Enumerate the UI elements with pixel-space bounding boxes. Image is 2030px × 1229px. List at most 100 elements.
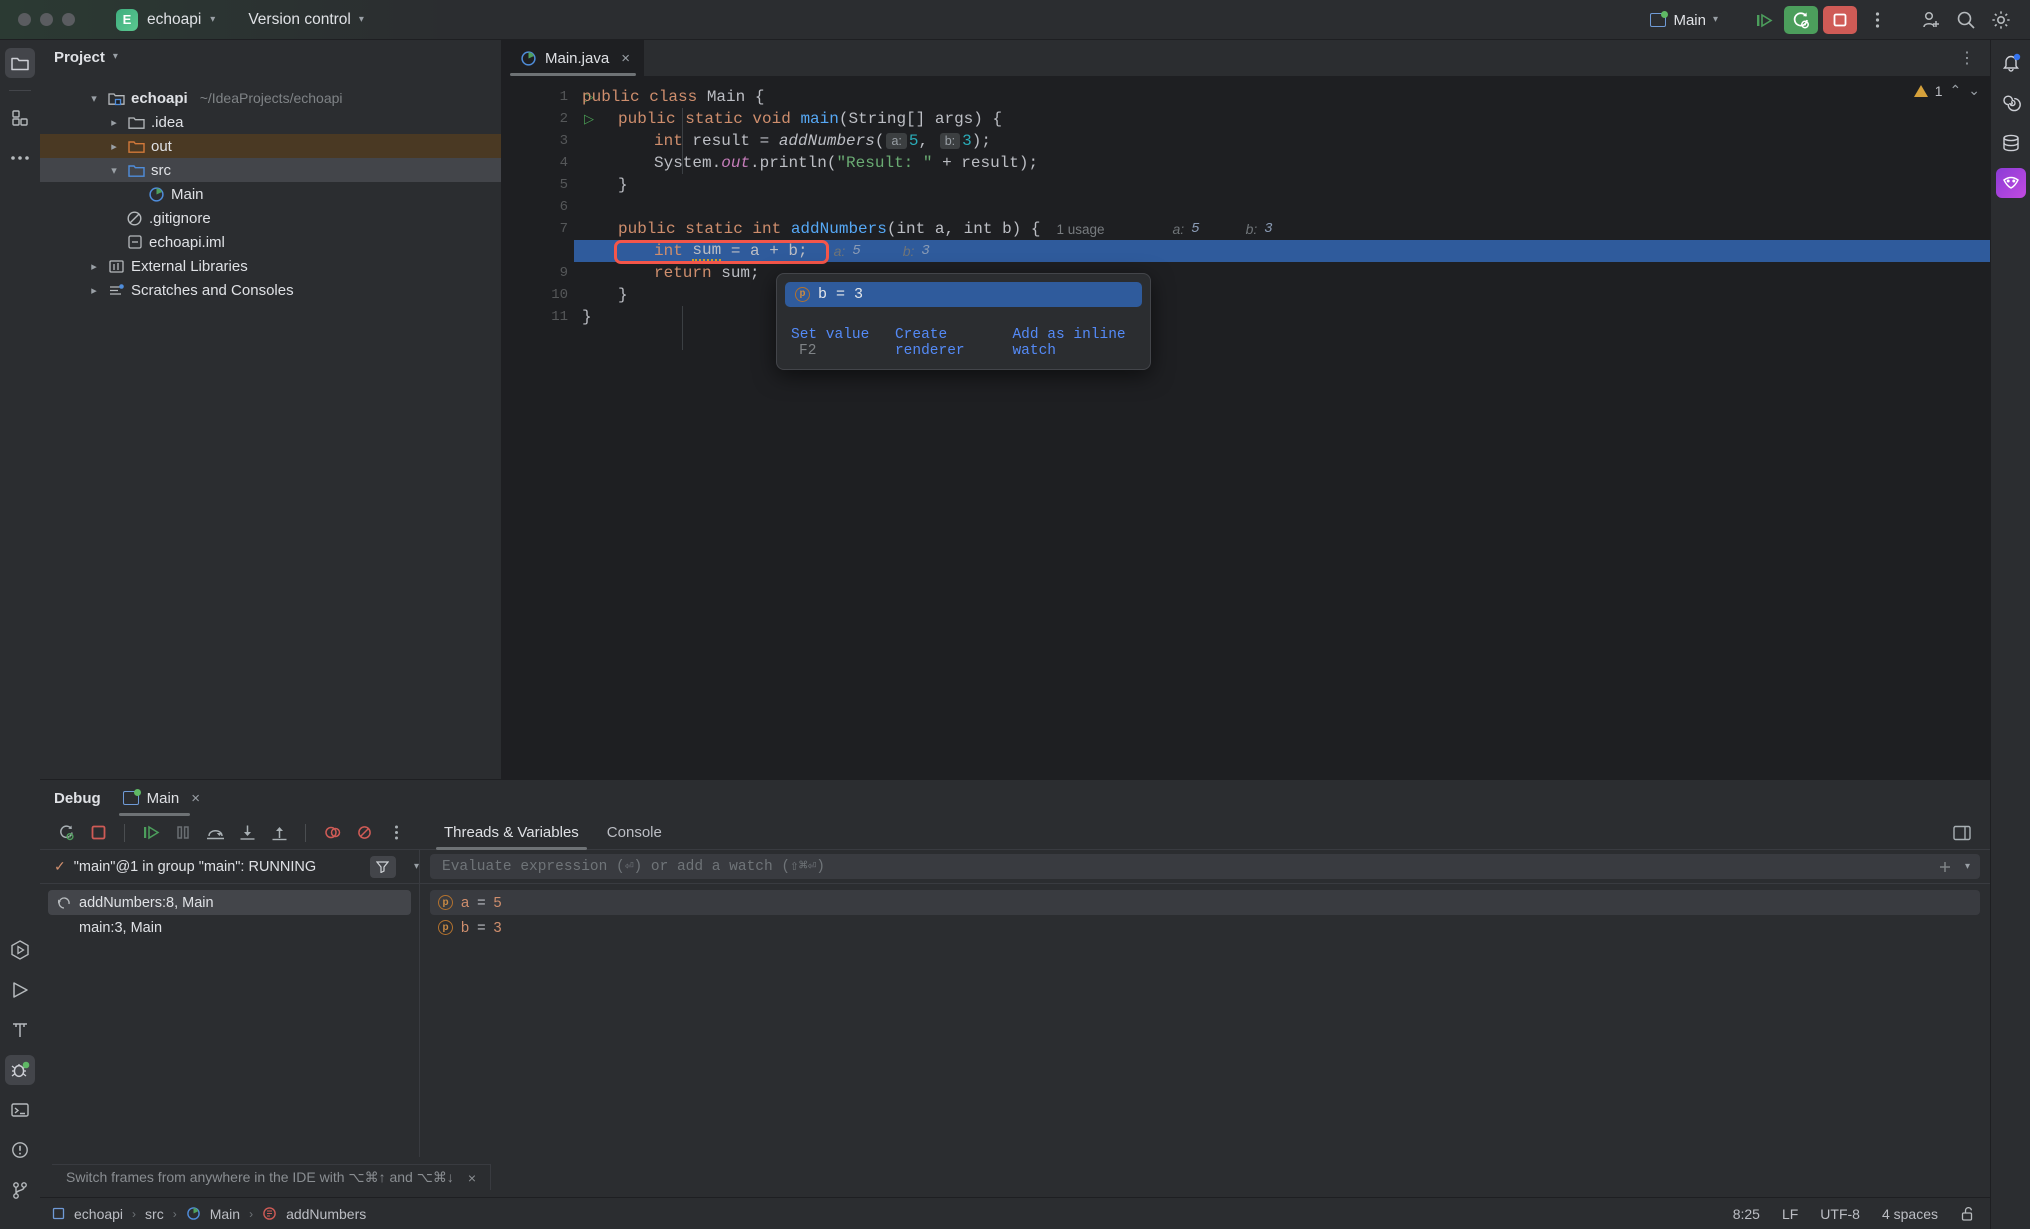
tree-node-echoapi[interactable]: ▾ echoapi ~/IdeaProjects/echoapi [40, 86, 501, 110]
unlock-icon[interactable] [1960, 1206, 1976, 1222]
pause-icon[interactable] [169, 820, 197, 846]
close-icon[interactable]: × [621, 50, 630, 67]
close-window-button[interactable] [18, 13, 31, 26]
chevron-right-icon[interactable]: ▸ [86, 284, 102, 297]
frames-panel[interactable]: addNumbers:8, Main main:3, Main [40, 884, 420, 1157]
layout-settings-icon[interactable] [1948, 820, 1976, 846]
stop-icon[interactable] [84, 820, 112, 846]
filter-icon[interactable] [369, 855, 396, 878]
tree-node-out[interactable]: ▸ out [40, 134, 501, 158]
rerun-icon[interactable] [52, 820, 80, 846]
breadcrumb-item-src[interactable]: src [145, 1206, 164, 1222]
debug-session-tab[interactable]: Main × [118, 780, 206, 816]
code-line-1[interactable]: public class Main { [574, 86, 1990, 108]
tree-node-scratches[interactable]: ▸ Scratches and Consoles [40, 278, 501, 302]
view-breakpoints-icon[interactable] [318, 820, 346, 846]
mute-breakpoints-icon[interactable] [350, 820, 378, 846]
code-line-2[interactable]: public static void main (String[] args) { [574, 108, 1990, 130]
popup-variable-row[interactable]: p b = 3 [785, 282, 1142, 307]
ai-assistant-spiral-icon[interactable] [1996, 88, 2026, 118]
chevron-down-icon[interactable]: ▾ [86, 92, 102, 105]
editor-gutter[interactable]: 1▷ 2▷ 3 4 5 6 7 9 10 11 [502, 76, 594, 779]
chevron-down-icon[interactable]: ▾ [106, 164, 122, 177]
rerun-debug-button[interactable] [1784, 6, 1818, 34]
add-watch-icon[interactable] [1937, 859, 1953, 875]
add-inline-watch-action[interactable]: Add as inline watch [1012, 327, 1136, 359]
line-separator[interactable]: LF [1782, 1206, 1798, 1222]
sidebar-item-version-control[interactable] [5, 1175, 35, 1205]
code-content[interactable]: public class Main { public static void m… [574, 76, 1990, 779]
create-renderer-action[interactable]: Create renderer [895, 327, 993, 359]
sidebar-item-build[interactable] [5, 1015, 35, 1045]
chevron-right-icon[interactable]: ▸ [106, 140, 122, 153]
sidebar-item-structure[interactable] [5, 103, 35, 133]
sidebar-item-debug[interactable] [5, 1055, 35, 1085]
frame-row[interactable]: main:3, Main [48, 915, 411, 940]
chevron-down-icon[interactable]: ▾ [414, 861, 419, 872]
tree-node-gitignore[interactable]: .gitignore [40, 206, 501, 230]
sidebar-item-run[interactable] [5, 975, 35, 1005]
run-configuration-selector[interactable]: Main ▾ [1643, 9, 1725, 32]
code-line-8[interactable]: int sum = a + b; a: 5 b: 3 [574, 240, 1990, 262]
code-line-5[interactable]: } [574, 174, 1990, 196]
maximize-window-button[interactable] [62, 13, 75, 26]
minimize-window-button[interactable] [40, 13, 53, 26]
sidebar-item-problems[interactable] [5, 1135, 35, 1165]
tab-threads-variables[interactable]: Threads & Variables [436, 816, 587, 850]
resume-program-button[interactable] [1749, 6, 1779, 34]
more-actions-button[interactable] [1862, 6, 1892, 34]
code-line-7[interactable]: public static int addNumbers (int a, int … [574, 218, 1990, 240]
chevron-down-icon[interactable]: ▾ [1965, 861, 1970, 872]
indent-setting[interactable]: 4 spaces [1882, 1206, 1938, 1222]
tree-node-src[interactable]: ▾ src [40, 158, 501, 182]
inlay-name[interactable]: b: [903, 243, 915, 259]
step-over-icon[interactable] [201, 820, 229, 846]
sidebar-item-more[interactable] [5, 143, 35, 173]
notifications-bell-icon[interactable] [1996, 48, 2026, 78]
debugger-value-popup[interactable]: p b = 3 Set value F2 Create renderer Add… [776, 273, 1151, 370]
sidebar-item-terminal[interactable] [5, 1095, 35, 1125]
editor-more-icon[interactable]: ⋮ [1959, 48, 1976, 68]
project-tool-window-header[interactable]: Project ▾ [40, 40, 501, 74]
close-icon[interactable]: × [468, 1170, 476, 1186]
caret-position[interactable]: 8:25 [1733, 1206, 1760, 1222]
sidebar-item-project[interactable] [5, 48, 35, 78]
tab-console[interactable]: Console [607, 816, 662, 850]
evaluate-expression-input[interactable]: Evaluate expression (⏎) or add a watch (… [430, 854, 1980, 879]
gutter-line-breakpoint[interactable] [502, 240, 590, 262]
window-controls[interactable] [0, 13, 75, 26]
variables-panel[interactable]: p a = 5 p b = 3 [420, 884, 1990, 1157]
breadcrumb-item-echoapi[interactable]: echoapi [74, 1206, 123, 1222]
chevron-right-icon[interactable]: ▸ [106, 116, 122, 129]
database-icon[interactable] [1996, 128, 2026, 158]
code-line-4[interactable]: System. out .println("Result: " + result); [574, 152, 1990, 174]
variable-row[interactable]: p a = 5 [430, 890, 1980, 915]
chevron-right-icon[interactable]: ▸ [86, 260, 102, 273]
code-editor[interactable]: 1▷ 2▷ 3 4 5 6 7 9 10 11 [502, 76, 1990, 779]
plugin-owl-icon[interactable] [1995, 168, 2026, 198]
close-icon[interactable]: × [191, 790, 200, 807]
breadcrumb-item-main[interactable]: Main [210, 1206, 240, 1222]
code-line-3[interactable]: int result = addNumbers(a: 5, b: 3); [574, 130, 1990, 152]
variable-row[interactable]: p b = 3 [430, 915, 1980, 940]
sidebar-item-services[interactable] [5, 935, 35, 965]
tree-node-idea[interactable]: ▸ .idea [40, 110, 501, 134]
step-out-icon[interactable] [265, 820, 293, 846]
tree-node-external-libraries[interactable]: ▸ External Libraries [40, 254, 501, 278]
gear-icon[interactable] [1986, 6, 2016, 34]
usage-hint[interactable]: 1 usage [1056, 222, 1104, 237]
breadcrumb-item-addnumbers[interactable]: addNumbers [286, 1206, 366, 1222]
stop-button[interactable] [1823, 6, 1857, 34]
thread-selector[interactable]: ✓ "main"@1 in group "main": RUNNING ▾ [40, 850, 420, 883]
set-value-action[interactable]: Set value F2 [791, 327, 875, 359]
inlay-value[interactable]: 3 [921, 243, 929, 259]
file-encoding[interactable]: UTF-8 [1820, 1206, 1860, 1222]
resume-icon[interactable] [137, 820, 165, 846]
tab-main-java[interactable]: Main.java × [502, 40, 644, 76]
version-control-menu[interactable]: Version control ▾ [248, 11, 364, 29]
frame-row[interactable]: addNumbers:8, Main [48, 890, 411, 915]
more-vertical-icon[interactable] [382, 820, 410, 846]
tree-node-main[interactable]: Main [40, 182, 501, 206]
search-icon[interactable] [1951, 6, 1981, 34]
project-selector[interactable]: E echoapi ▾ [109, 6, 222, 34]
